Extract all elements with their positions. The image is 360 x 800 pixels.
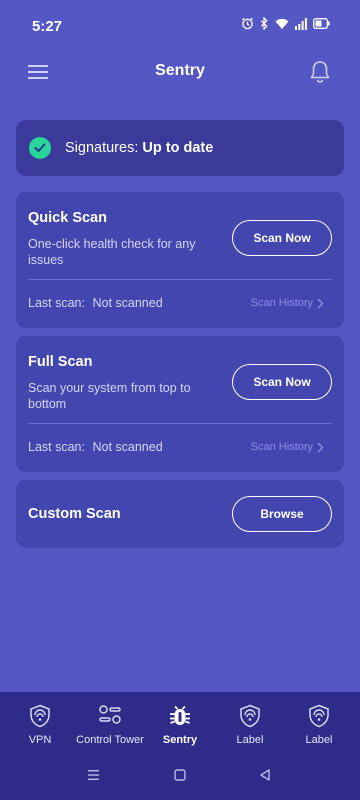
scan-history-label: Scan History — [250, 441, 313, 453]
signatures-status-text: Signatures: Up to date — [65, 140, 213, 156]
quick-scan-last-scan: Last scan: Not scanned — [28, 296, 163, 310]
alarm-icon — [242, 17, 253, 30]
nav-label: Sentry — [162, 734, 198, 746]
app-bar: Sentry — [0, 52, 360, 92]
bell-icon — [310, 61, 330, 83]
quick-scan-card: Quick Scan One-click health check for an… — [16, 192, 344, 328]
vpn-shield-icon — [30, 704, 50, 728]
status-icons — [241, 17, 330, 30]
divider — [28, 279, 332, 280]
home-icon — [174, 769, 186, 781]
full-scan-card: Full Scan Scan your system from top to b… — [16, 336, 344, 472]
signal-icon — [295, 17, 307, 30]
system-navigation-bar — [0, 752, 360, 800]
divider — [28, 423, 332, 424]
signatures-status-value: Up to date — [142, 140, 214, 156]
bluetooth-icon — [260, 17, 268, 30]
bug-icon — [170, 705, 190, 725]
full-scan-title: Full Scan — [28, 354, 93, 370]
full-scan-now-button[interactable]: Scan Now — [232, 364, 332, 400]
last-scan-label: Last scan: — [28, 440, 85, 454]
wifi-icon — [275, 18, 289, 29]
nav-item-sentry[interactable]: Sentry — [160, 692, 200, 752]
battery-icon — [313, 18, 330, 29]
check-circle-icon — [29, 137, 51, 159]
signatures-status-banner: Signatures: Up to date — [16, 120, 344, 176]
scan-history-label: Scan History — [250, 297, 313, 309]
full-scan-history-link[interactable]: Scan History — [251, 441, 324, 453]
last-scan-value: Not scanned — [92, 296, 163, 310]
full-scan-last-scan: Last scan: Not scanned — [28, 440, 163, 454]
nav-item-control-tower[interactable]: Control Tower — [70, 692, 150, 752]
back-icon — [260, 769, 270, 781]
control-toggles-icon — [99, 705, 121, 724]
nav-label: Label — [236, 734, 264, 746]
page-title: Sentry — [155, 62, 205, 79]
back-button[interactable] — [258, 768, 272, 787]
nav-item-vpn[interactable]: VPN — [20, 692, 60, 752]
bottom-navigation: VPN Control Tower Sentry Label Label — [0, 692, 360, 752]
custom-scan-card: Custom Scan Browse — [16, 480, 344, 548]
quick-scan-title: Quick Scan — [28, 210, 107, 226]
browse-button[interactable]: Browse — [232, 496, 332, 532]
last-scan-label: Last scan: — [28, 296, 85, 310]
status-bar: 5:27 — [0, 0, 360, 52]
nav-item-label-1[interactable]: Label — [230, 692, 270, 752]
sentry-screen: 5:27 Sentry Signatures: Up to date Quick… — [0, 0, 360, 800]
nav-item-label-2[interactable]: Label — [299, 692, 339, 752]
shield-icon — [240, 704, 260, 728]
quick-scan-history-link[interactable]: Scan History — [251, 297, 324, 309]
home-button[interactable] — [172, 768, 188, 787]
quick-scan-now-button[interactable]: Scan Now — [232, 220, 332, 256]
shield-icon — [309, 704, 329, 728]
chevron-right-icon — [317, 442, 324, 452]
status-time: 5:27 — [32, 18, 63, 35]
last-scan-value: Not scanned — [92, 440, 163, 454]
signatures-label: Signatures: — [65, 140, 139, 156]
chevron-right-icon — [317, 298, 324, 308]
notifications-button[interactable] — [308, 58, 332, 86]
nav-label: Control Tower — [76, 734, 144, 746]
nav-label: Label — [305, 734, 333, 746]
full-scan-description: Scan your system from top to bottom — [28, 381, 191, 411]
recents-button[interactable] — [86, 768, 102, 787]
nav-label: VPN — [28, 734, 52, 746]
custom-scan-title: Custom Scan — [28, 506, 121, 522]
quick-scan-description: One-click health check for any issues — [28, 237, 196, 267]
recents-icon — [88, 770, 99, 780]
